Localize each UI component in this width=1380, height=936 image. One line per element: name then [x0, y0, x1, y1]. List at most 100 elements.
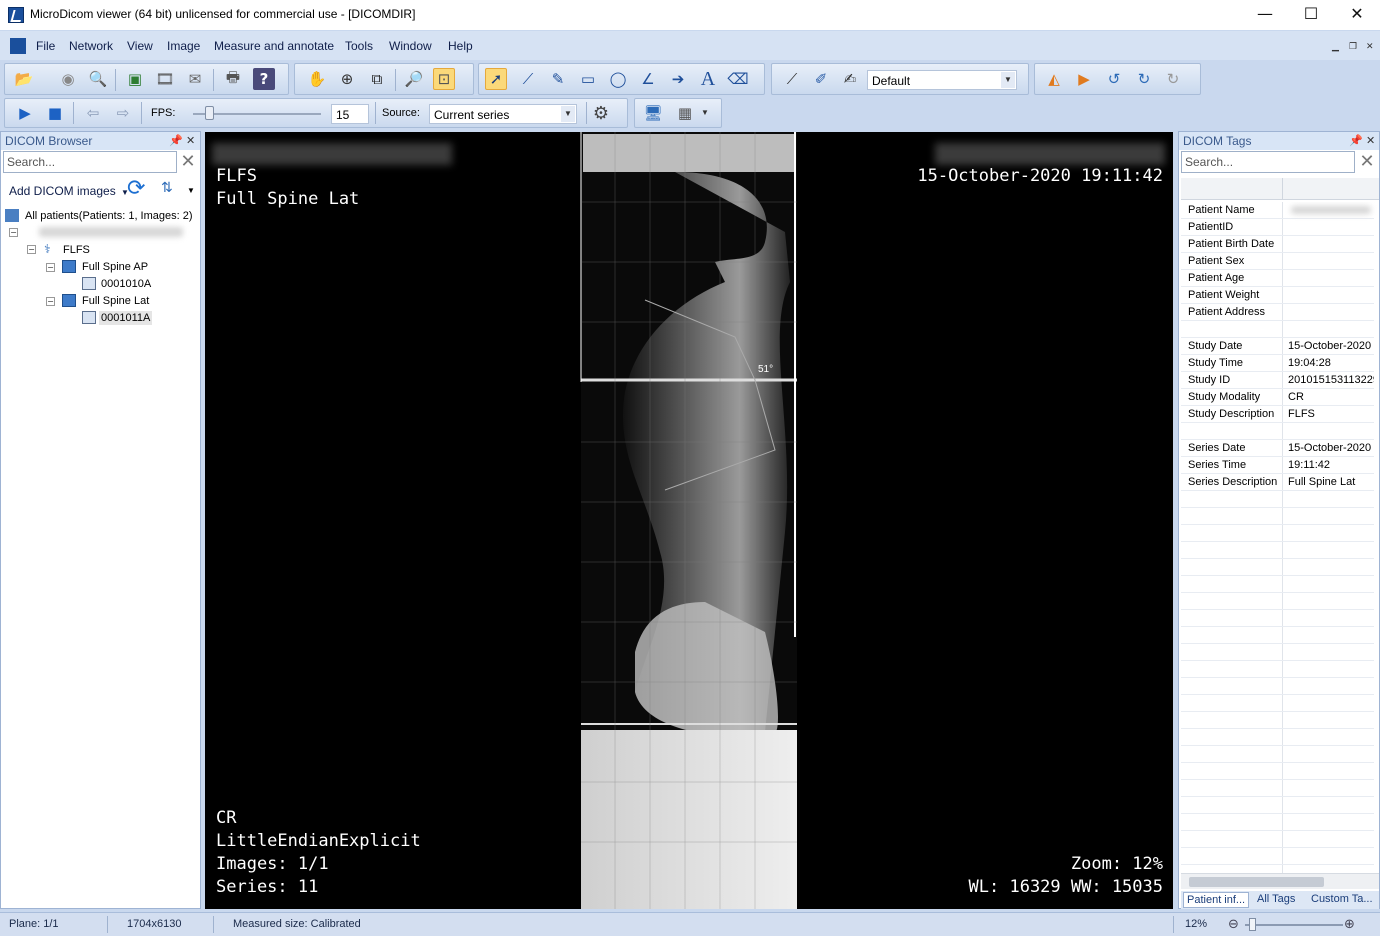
close-panel-icon[interactable]: ✕ [1366, 134, 1375, 147]
tag-row[interactable]: Patient Address [1181, 304, 1374, 321]
close-panel-icon[interactable]: ✕ [186, 134, 195, 147]
tag-row[interactable]: Study Modality CR [1181, 389, 1374, 406]
menu-window[interactable]: Window [389, 39, 432, 53]
angle-annotation[interactable]: 51° [758, 359, 773, 381]
add-dicom-images-button[interactable]: Add DICOM images ▼ [9, 184, 129, 198]
edit-preset-icon[interactable]: ✍ [839, 68, 861, 90]
mdi-minimize-icon[interactable]: ▁ [1332, 42, 1339, 52]
next-icon[interactable]: ⇨ [112, 102, 134, 124]
rotate-right-icon[interactable]: ↻ [1133, 68, 1155, 90]
scrollbar-thumb[interactable] [1189, 877, 1324, 887]
tags-horizontal-scrollbar[interactable] [1181, 873, 1379, 889]
draw-icon[interactable]: ✐ [810, 68, 832, 90]
tab-custom-tags[interactable]: Custom Ta... [1311, 893, 1373, 905]
mdi-close-icon[interactable]: ✕ [1366, 42, 1374, 52]
stop-icon[interactable]: ■ [44, 102, 66, 124]
rotate-left-icon[interactable]: ↺ [1103, 68, 1125, 90]
menu-network[interactable]: Network [69, 39, 113, 53]
actual-size-icon[interactable]: 🔎 [403, 68, 425, 90]
tree-image-selected[interactable]: 0001011A [99, 311, 153, 325]
cd-icon[interactable]: ◉ [57, 68, 79, 90]
tags-search-input[interactable]: Search... [1181, 151, 1355, 173]
tag-row[interactable]: Study Time 19:04:28 [1181, 355, 1374, 372]
angle-icon[interactable]: ∠ [637, 68, 659, 90]
ellipse-icon[interactable]: ◯ [607, 68, 629, 90]
tab-patient-info[interactable]: Patient inf... [1183, 892, 1249, 908]
pencil-icon[interactable]: ✎ [547, 68, 569, 90]
tag-row[interactable]: Series Description Full Spine Lat [1181, 474, 1374, 491]
clear-search-icon[interactable]: ✕ [1356, 151, 1378, 173]
tag-row[interactable]: Study Date 15-October-2020 [1181, 338, 1374, 355]
document-icon[interactable] [10, 38, 26, 54]
collapse-icon[interactable]: − [9, 228, 18, 237]
flip-vertical-icon[interactable]: ▶ [1073, 68, 1095, 90]
pin-icon[interactable]: 📌 [1349, 134, 1363, 147]
chevron-down-icon[interactable]: ▼ [701, 108, 709, 117]
open-folder-icon[interactable]: 📂 [13, 68, 35, 90]
tree-series-ap[interactable]: Full Spine AP [82, 261, 148, 273]
help-icon[interactable]: ? [253, 68, 275, 90]
select-arrow-icon[interactable]: ➚ [485, 68, 507, 90]
tag-row[interactable]: PatientID [1181, 219, 1374, 236]
reset-icon[interactable]: ↻ [1162, 68, 1184, 90]
source-select[interactable]: Current series ▼ [429, 104, 577, 124]
mail-icon[interactable]: ✉ [184, 68, 206, 90]
menu-image[interactable]: Image [167, 39, 200, 53]
minimize-button[interactable]: — [1242, 0, 1288, 30]
eraser-icon[interactable]: ⌫ [727, 68, 749, 90]
menu-measure-annotate[interactable]: Measure and annotate [214, 39, 334, 53]
tag-row[interactable]: Patient Weight [1181, 287, 1374, 304]
export-image-icon[interactable]: ▣ [124, 68, 146, 90]
tag-row[interactable]: Series Date 15-October-2020 [1181, 440, 1374, 457]
fps-input[interactable]: 15 [331, 104, 369, 124]
zoom-in-icon[interactable]: ⊕ [1344, 917, 1355, 932]
tag-row[interactable]: Patient Name [1181, 202, 1374, 219]
collapse-icon[interactable]: − [27, 245, 36, 254]
tree-all-patients[interactable]: All patients(Patients: 1, Images: 2) [25, 210, 193, 222]
rectangle-icon[interactable]: ▭ [577, 68, 599, 90]
tag-row[interactable]: Patient Sex [1181, 253, 1374, 270]
tab-all-tags[interactable]: All Tags [1257, 893, 1295, 905]
window-level-icon[interactable]: ⧉ [366, 68, 388, 90]
refresh-icon[interactable]: ⟳ [127, 176, 145, 201]
tree-image[interactable]: 0001010A [101, 278, 151, 290]
text-icon[interactable]: A [697, 68, 719, 90]
tag-row[interactable]: Study Description FLFS [1181, 406, 1374, 423]
tag-row[interactable] [1181, 423, 1374, 440]
menu-tools[interactable]: Tools [345, 39, 373, 53]
tag-row[interactable] [1181, 321, 1374, 338]
maximize-button[interactable]: ☐ [1288, 0, 1334, 30]
pin-icon[interactable]: 📌 [169, 134, 183, 147]
layout-grid-icon[interactable]: ▦ [674, 102, 696, 124]
menu-view[interactable]: View [127, 39, 153, 53]
fit-to-window-icon[interactable]: ⊡ [433, 68, 455, 90]
tree-series-lat[interactable]: Full Spine Lat [82, 295, 149, 307]
menu-help[interactable]: Help [448, 39, 473, 53]
export-video-icon[interactable]: 🎞 [154, 68, 176, 90]
browser-search-input[interactable]: Search... [3, 151, 177, 173]
clear-search-icon[interactable]: ✕ [177, 151, 199, 173]
line-icon[interactable]: ⟋ [781, 68, 803, 90]
zoom-out-icon[interactable]: ⊖ [1228, 917, 1239, 932]
tag-row[interactable]: Patient Age [1181, 270, 1374, 287]
mdi-restore-icon[interactable]: ❐ [1349, 42, 1357, 52]
scan-folder-icon[interactable]: 🔍 [87, 68, 109, 90]
tree-study[interactable]: FLFS [63, 244, 90, 256]
pan-hand-icon[interactable]: ✋ [306, 68, 328, 90]
tag-row[interactable]: Study ID 201015153113229 [1181, 372, 1374, 389]
collapse-icon[interactable]: − [46, 263, 55, 272]
ruler-icon[interactable]: ⟋ [517, 68, 539, 90]
image-viewer[interactable]: FLFS Full Spine Lat 15-October-2020 19:1… [205, 132, 1173, 909]
sort-icon[interactable]: ⇅ [161, 180, 173, 196]
flip-horizontal-icon[interactable]: ◭ [1043, 68, 1065, 90]
previous-icon[interactable]: ⇦ [82, 102, 104, 124]
preset-select[interactable]: Default ▼ [867, 70, 1017, 90]
settings-gear-icon[interactable]: ⚙ [590, 102, 612, 124]
print-icon[interactable]: 🖶 [222, 68, 244, 90]
collapse-icon[interactable]: − [46, 297, 55, 306]
fps-slider-thumb[interactable] [205, 106, 214, 120]
arrow-icon[interactable]: ➔ [667, 68, 689, 90]
tag-row[interactable]: Series Time 19:11:42 [1181, 457, 1374, 474]
close-button[interactable]: ✕ [1334, 0, 1380, 30]
zoom-slider-track[interactable] [1245, 924, 1343, 926]
